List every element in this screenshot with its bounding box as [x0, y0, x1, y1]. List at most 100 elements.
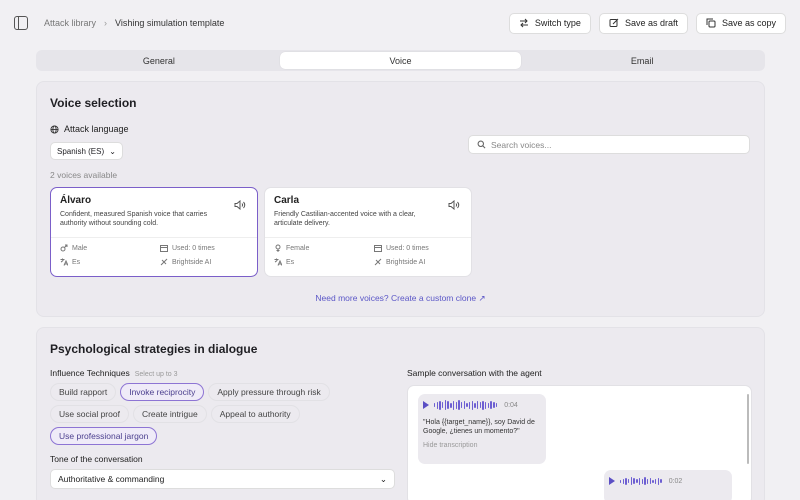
audio-duration: 0:04 [504, 401, 518, 409]
tone-select[interactable]: Authoritative & commanding ⌄ [50, 469, 395, 489]
waveform-bar [654, 478, 657, 484]
influence-hint: Select up to 3 [134, 371, 178, 378]
influence-label: Influence Techniques [50, 368, 130, 378]
voice-selection-panel: Voice selection Attack language Spanish … [36, 81, 765, 317]
waveform-bar [646, 478, 649, 484]
tab-email[interactable]: Email [521, 52, 763, 69]
waveform-bar [660, 479, 662, 483]
voice-card-carla[interactable]: Carla Friendly Castilian-accented voice … [264, 187, 472, 277]
breadcrumb-current: Vishing simulation template [115, 18, 225, 28]
language-select-value: Spanish (ES) [57, 146, 105, 156]
psych-section-title: Psychological strategies in dialogue [50, 342, 258, 356]
waveform-bar [463, 401, 465, 409]
sample-conversation-label: Sample conversation with the agent [407, 368, 542, 378]
chevron-down-icon: ⌄ [109, 146, 116, 156]
waveform-bar [482, 400, 484, 410]
waveform-bar [479, 402, 482, 408]
voice-section-title: Voice selection [50, 96, 137, 110]
waveform-bar [442, 402, 444, 408]
waveform-bar [447, 401, 449, 409]
edit-icon [609, 18, 619, 27]
chip-apply-pressure[interactable]: Apply pressure through risk [208, 383, 330, 401]
waveform-bar [490, 401, 492, 409]
waveform-bar [493, 402, 495, 408]
waveform-bar [466, 403, 468, 407]
save-copy-button[interactable]: Save as copy [695, 12, 786, 34]
scrollbar[interactable] [747, 394, 749, 464]
waveform-bar [638, 477, 641, 485]
breadcrumb-parent[interactable]: Attack library [44, 18, 96, 28]
waveform-bar [450, 402, 452, 408]
tab-general[interactable]: General [38, 52, 280, 69]
chip-social-proof[interactable]: Use social proof [50, 405, 129, 423]
top-bar: Attack library › Vishing simulation temp… [0, 0, 800, 46]
calendar-icon [374, 245, 382, 252]
chip-professional-jargon[interactable]: Use professional jargon [50, 427, 158, 445]
chip-create-intrigue[interactable]: Create intrigue [132, 405, 207, 423]
speaker-icon[interactable] [234, 200, 246, 210]
attack-language-label: Attack language [64, 124, 129, 134]
search-placeholder: Search voices... [491, 139, 552, 150]
save-draft-label: Save as draft [624, 18, 678, 28]
speaker-icon[interactable] [448, 200, 460, 210]
waveform-bar [439, 400, 441, 410]
voice-gender: Male [72, 244, 88, 252]
chip-invoke-reciprocity[interactable]: Invoke reciprocity [120, 383, 205, 401]
search-voices-input[interactable]: Search voices... [468, 135, 750, 154]
translate-icon [60, 258, 68, 266]
waveform-bar [630, 477, 633, 485]
main-content: General Voice Email Voice selection Atta… [36, 50, 765, 500]
waveform-bar [477, 401, 479, 409]
voice-provider: Brightside AI [172, 258, 212, 266]
waveform-bar [434, 403, 436, 407]
waveform-icon [374, 258, 382, 266]
waveform-bar [636, 479, 638, 483]
play-icon[interactable] [423, 401, 429, 409]
sidebar-toggle-icon[interactable] [14, 16, 28, 30]
waveform-bar [657, 477, 660, 485]
agent-message: 0:04 "Hola {{target_name}}, soy David de… [418, 394, 546, 464]
voice-card-alvaro[interactable]: Álvaro Confident, measured Spanish voice… [50, 187, 258, 277]
waveform-bar [436, 401, 439, 409]
chip-appeal-authority[interactable]: Appeal to authority [210, 405, 300, 423]
calendar-icon [160, 245, 168, 252]
chip-build-rapport[interactable]: Build rapport [50, 383, 117, 401]
tab-voice[interactable]: Voice [279, 52, 522, 69]
translate-icon [274, 258, 282, 266]
switch-icon [519, 18, 528, 28]
save-copy-label: Save as copy [721, 18, 776, 28]
waveform-bar [644, 477, 646, 485]
create-clone-link[interactable]: Need more voices? Create a custom clone … [37, 293, 764, 304]
voice-name: Carla [274, 195, 300, 206]
voice-description: Friendly Castilian-accented voice with a… [274, 211, 416, 227]
male-icon [60, 244, 68, 252]
waveform-bar [468, 401, 471, 409]
waveform-bar [622, 478, 625, 484]
external-link-icon: ↗ [478, 293, 486, 303]
sample-conversation: 0:04 "Hola {{target_name}}, soy David de… [407, 385, 752, 500]
tone-label: Tone of the conversation [50, 454, 143, 464]
language-select[interactable]: Spanish (ES) ⌄ [50, 142, 123, 160]
waveform-bar [625, 477, 627, 485]
save-draft-button[interactable]: Save as draft [598, 12, 688, 34]
waveform-bar [458, 400, 460, 410]
waveform-bar [485, 401, 487, 409]
create-clone-label: Need more voices? Create a custom clone [315, 293, 477, 303]
hide-transcription-link[interactable]: Hide transcription [423, 442, 541, 449]
chevron-right-icon: › [104, 18, 108, 28]
play-icon[interactable] [609, 477, 615, 485]
chevron-down-icon: ⌄ [379, 473, 387, 484]
switch-type-label: Switch type [534, 18, 581, 28]
psychological-strategies-panel: Psychological strategies in dialogue Inf… [36, 327, 765, 500]
waveform-bar [474, 402, 476, 408]
waveform-bar [487, 402, 490, 408]
audio-duration: 0:02 [668, 477, 683, 485]
waveform-bar [652, 479, 654, 483]
copy-icon [706, 18, 716, 28]
waveform-bar [452, 400, 455, 410]
switch-type-button[interactable]: Switch type [508, 12, 591, 34]
tab-bar: General Voice Email [36, 50, 765, 71]
search-icon [477, 140, 486, 149]
message-transcript: "Hola {{target_name}}, soy David de Goog… [423, 419, 535, 435]
female-icon [275, 244, 281, 252]
